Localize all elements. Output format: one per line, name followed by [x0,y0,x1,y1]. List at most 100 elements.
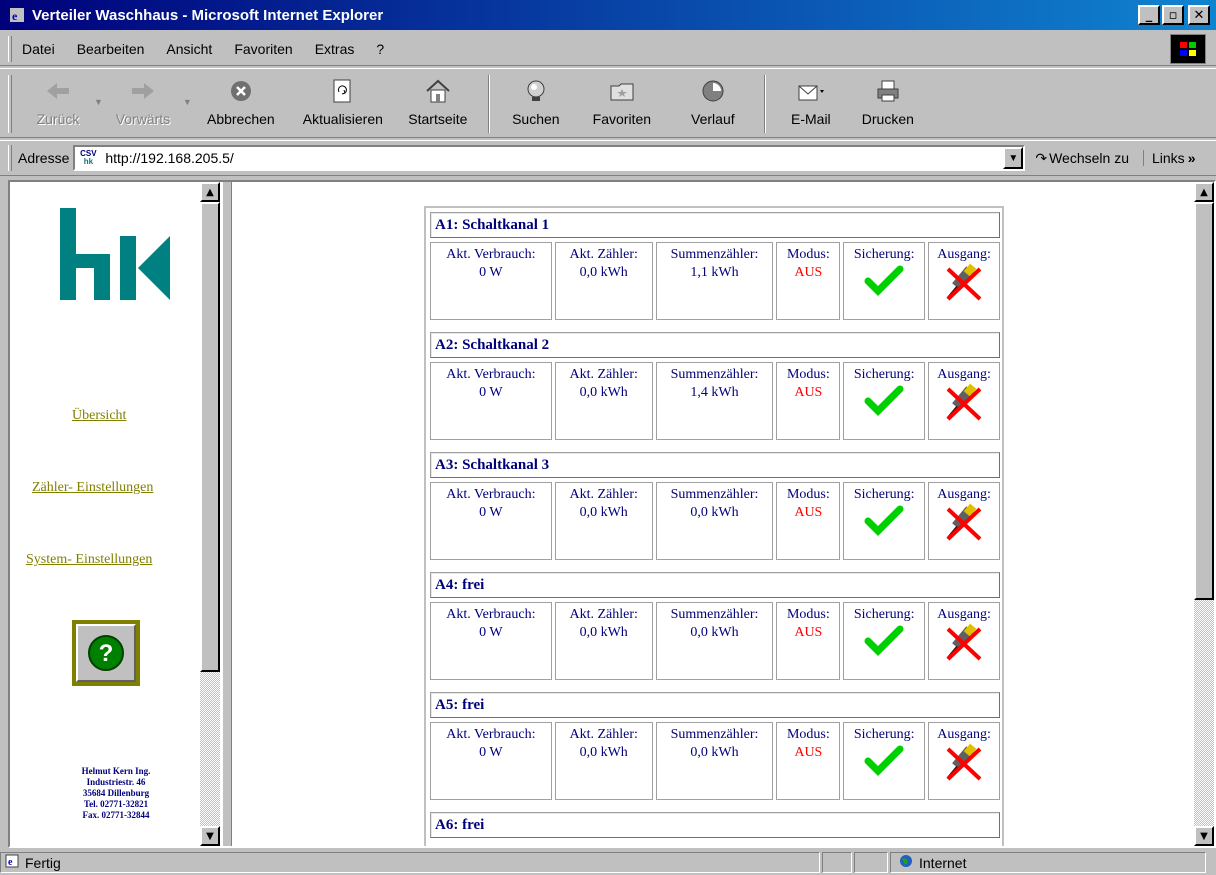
cell-summe: Summenzähler: 0,0 kWh [655,722,774,800]
label-modus: Modus: [786,367,830,382]
print-button[interactable]: Drucken [848,69,928,135]
scroll-down-icon[interactable]: ▼ [1194,826,1214,846]
plug-off-icon[interactable] [942,383,986,423]
plug-off-icon[interactable] [942,503,986,543]
label-sicherung: Sicherung: [853,487,915,502]
channel-title: A4: frei [430,572,1000,598]
menu-datei[interactable]: Datei [22,41,55,57]
cell-sicherung: Sicherung: [843,242,926,320]
plug-off-icon[interactable] [942,623,986,663]
value-summe: 0,0 kWh [690,745,739,760]
label-zaehler: Akt. Zähler: [569,607,638,622]
links-button[interactable]: Links » [1143,150,1195,166]
forward-button[interactable]: Vorwärts [103,69,183,135]
cell-zaehler: Akt. Zähler: 0,0 kWh [554,242,653,320]
home-button[interactable]: Startseite [396,69,480,135]
go-button[interactable]: ↷ Wechseln zu [1035,150,1129,167]
menu-extras[interactable]: Extras [315,41,355,57]
menu-bearbeiten[interactable]: Bearbeiten [77,41,145,57]
channel-cells: Akt. Verbrauch: 0 W Akt. Zähler: 0,0 kWh Sum… [430,482,1001,560]
address-bar: Adresse CSV hk http://192.168.205.5/ ▼ ↷ … [0,140,1216,176]
plug-off-icon[interactable] [942,743,986,783]
cell-modus: Modus: AUS [776,602,841,680]
main-scroll-thumb[interactable] [1194,202,1214,600]
back-button[interactable]: Zurück [22,69,94,135]
favicon-bottom-text: hk [83,157,94,166]
hk-logo [60,208,170,300]
menu-bar: Datei Bearbeiten Ansicht Favoriten Extra… [0,32,1216,66]
label-sicherung: Sicherung: [853,247,915,262]
refresh-button[interactable]: Aktualisieren [290,69,396,135]
label-zaehler: Akt. Zähler: [569,247,638,262]
channel-section: A1: Schaltkanal 1 Akt. Verbrauch: 0 W Akt. … [430,212,1001,320]
label-ausgang: Ausgang: [937,607,991,622]
address-label: Adresse [18,150,70,166]
scroll-up-icon[interactable]: ▲ [200,182,220,202]
search-button[interactable]: Suchen [498,69,574,135]
nav-scrollbar[interactable]: ▲ ▼ [200,182,220,846]
label-summe: Summenzähler: [670,727,759,742]
address-dropdown-button[interactable]: ▼ [1003,147,1024,169]
label-ausgang: Ausgang: [937,247,991,262]
scroll-up-icon[interactable]: ▲ [1194,182,1214,202]
frame-divider[interactable] [222,182,232,846]
label-modus: Modus: [786,607,830,622]
cell-ausgang: Ausgang: [928,242,1001,320]
refresh-icon [327,75,359,107]
stop-icon [225,75,257,107]
value-modus: AUS [794,385,823,400]
maximize-button[interactable]: ▫ [1162,5,1184,25]
cell-sicherung: Sicherung: [843,602,926,680]
scroll-down-icon[interactable]: ▼ [200,826,220,846]
channel-cells: Akt. Verbrauch: 0 W Akt. Zähler: 0,0 kWh Sum… [430,362,1001,440]
back-dropdown-icon[interactable]: ▼ [94,97,103,107]
status-bar: e Fertig Internet [0,850,1216,875]
value-verbrauch: 0 W [479,385,503,400]
address-input[interactable]: CSV hk http://192.168.205.5/ ▼ [73,145,1026,171]
home-icon [422,75,454,107]
back-label: Zurück [36,111,80,127]
value-verbrauch: 0 W [479,505,503,520]
value-modus: AUS [794,505,823,520]
home-label: Startseite [408,111,468,127]
favorites-button[interactable]: Favoriten [574,69,670,135]
cell-modus: Modus: AUS [776,362,841,440]
cell-verbrauch: Akt. Verbrauch: 0 W [430,482,552,560]
history-icon [697,75,729,107]
minimize-button[interactable]: _ [1138,5,1160,25]
mail-button[interactable]: E-Mail [774,69,848,135]
checkmark-icon [864,625,904,656]
forward-arrow-icon [127,75,159,107]
cell-ausgang: Ausgang: [928,362,1001,440]
help-button[interactable]: ? [72,620,140,686]
mail-icon [795,75,827,107]
page-icon: e [5,854,19,871]
globe-icon [899,854,913,871]
history-button[interactable]: Verlauf [670,69,756,135]
menu-ansicht[interactable]: Ansicht [166,41,212,57]
value-summe: 0,0 kWh [690,505,739,520]
menu-favoriten[interactable]: Favoriten [234,41,292,57]
label-summe: Summenzähler: [670,247,759,262]
status-main: e Fertig [0,852,820,873]
cell-zaehler: Akt. Zähler: 0,0 kWh [554,482,653,560]
forward-dropdown-icon[interactable]: ▼ [183,97,192,107]
close-button[interactable]: ✕ [1188,5,1210,25]
menu-help[interactable]: ? [376,41,384,57]
back-arrow-icon [42,75,74,107]
nav-zaehler-einstellungen[interactable]: Zähler- Einstellungen [32,480,153,496]
value-modus: AUS [794,745,823,760]
favorites-label: Favoriten [592,111,652,127]
main-scrollbar[interactable]: ▲ ▼ [1194,182,1214,846]
cell-modus: Modus: AUS [776,482,841,560]
print-label: Drucken [861,111,914,127]
stop-button[interactable]: Abbrechen [192,69,290,135]
nav-system-einstellungen[interactable]: System- Einstellungen [26,552,152,568]
label-zaehler: Akt. Zähler: [569,727,638,742]
nav-uebersicht[interactable]: Übersicht [72,408,126,424]
refresh-label: Aktualisieren [302,111,383,127]
cell-modus: Modus: AUS [776,242,841,320]
nav-scroll-thumb[interactable] [200,202,220,672]
plug-off-icon[interactable] [942,263,986,303]
cell-summe: Summenzähler: 0,0 kWh [655,482,774,560]
